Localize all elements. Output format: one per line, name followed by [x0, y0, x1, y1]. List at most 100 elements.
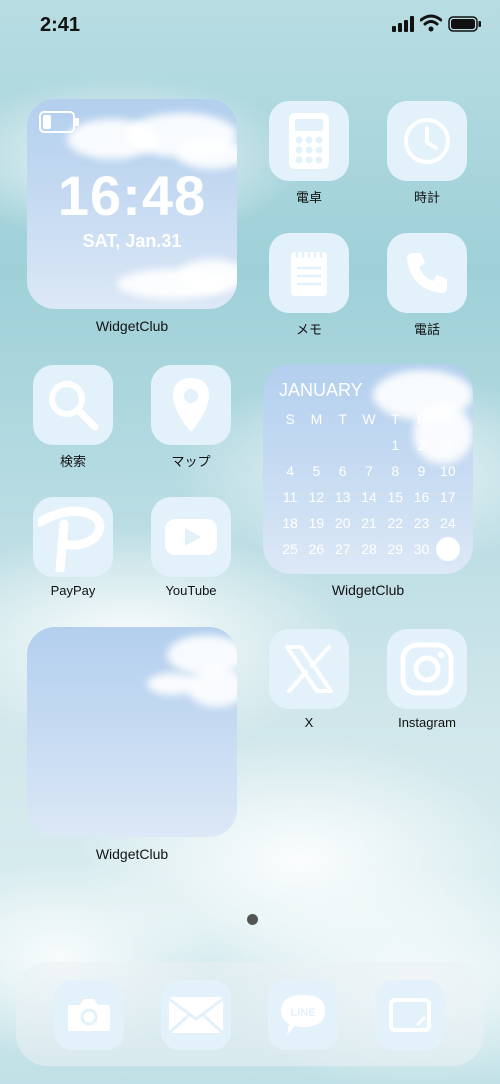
calendar-week: 11 12 13 14 15 16 17 — [277, 484, 461, 510]
app-label: メモ — [295, 322, 322, 337]
calendar-day: 11 — [282, 489, 298, 505]
app-label: Instagram — [398, 715, 456, 730]
calendar-month: JANUARY — [279, 380, 363, 400]
calendar-day: 8 — [391, 463, 400, 479]
calendar-day: 9 — [417, 463, 426, 479]
notes-icon — [291, 252, 327, 296]
calendar-day: 15 — [387, 489, 404, 505]
calendar-day: 3 — [443, 437, 452, 453]
weekday-label: F — [417, 411, 426, 427]
app-paypay[interactable]: PayPay — [33, 497, 113, 598]
calendar-day: 10 — [440, 463, 456, 479]
dock-app-tablet[interactable] — [375, 980, 445, 1050]
app-instagram[interactable]: Instagram — [387, 629, 467, 730]
calendar-day: 6 — [338, 463, 347, 479]
search-icon — [49, 381, 99, 431]
calendar-today-marker — [435, 537, 461, 561]
line-text: LINE — [290, 1007, 315, 1019]
wifi-icon — [420, 14, 442, 32]
clock-widget[interactable]: 16:48 SAT, Jan.31 — [27, 99, 237, 309]
app-map[interactable]: マップ — [151, 365, 231, 469]
status-bar: 2:41 — [0, 0, 500, 50]
calendar-day: 21 — [361, 515, 377, 531]
calendar-day: 22 — [387, 515, 404, 531]
calendar-day: 28 — [361, 541, 377, 557]
status-time: 2:41 — [40, 14, 81, 36]
calendar-day: 2 — [417, 437, 426, 453]
clock-widget-label: WidgetClub — [95, 318, 169, 334]
calendar-week: 1 2 3 — [277, 432, 461, 458]
weekday-label: M — [310, 411, 323, 427]
calendar-day: 26 — [308, 541, 325, 557]
cellular-signal-icon — [392, 16, 414, 32]
calendar-week: 18 19 20 21 22 23 24 — [277, 510, 461, 536]
weekday-label: S — [285, 411, 295, 427]
camera-icon — [68, 999, 110, 1031]
paypay-icon — [38, 506, 105, 572]
calendar-day: 30 — [413, 541, 430, 557]
weekday-label: W — [362, 411, 376, 427]
app-label: PayPay — [50, 583, 96, 598]
calendar-day: 20 — [334, 515, 351, 531]
clock-icon — [404, 118, 450, 164]
calendar-day: 27 — [334, 541, 351, 557]
calendar-day: 18 — [282, 515, 298, 531]
tablet-icon — [389, 998, 431, 1032]
map-pin-icon — [173, 378, 209, 432]
dock-app-line[interactable]: LINE — [268, 980, 338, 1050]
youtube-icon — [165, 519, 217, 555]
app-label: X — [304, 715, 314, 730]
phone-icon — [407, 253, 447, 293]
app-clock[interactable]: 時計 — [387, 101, 467, 205]
calendar-day: 19 — [308, 515, 325, 531]
widget-clock-date: SAT, Jan.31 — [82, 231, 182, 251]
calendar-day: 13 — [334, 489, 351, 505]
calendar-grid: S M T W T F S 1 2 3 4 5 6 7 8 9 10 11 12… — [277, 406, 461, 562]
calendar-weekdays: S M T W T F S — [277, 406, 461, 432]
app-label: マップ — [171, 454, 211, 469]
calendar-day: 5 — [312, 463, 321, 479]
photo-widget-label: WidgetClub — [95, 846, 169, 862]
calendar-week: 25 26 27 28 29 30 — [277, 536, 461, 562]
calendar-day: 24 — [440, 515, 456, 531]
weekday-label: T — [390, 411, 400, 427]
battery-indicator-icon — [39, 111, 79, 133]
weekday-label: T — [338, 411, 347, 427]
app-label: 時計 — [413, 190, 440, 205]
dock: LINE — [16, 962, 484, 1066]
calendar-day: 4 — [286, 463, 295, 479]
page-indicator[interactable] — [247, 914, 258, 925]
photo-widget[interactable] — [27, 627, 237, 837]
mail-icon — [167, 997, 225, 1035]
calendar-widget-label: WidgetClub — [331, 582, 405, 598]
dock-app-camera[interactable] — [54, 980, 124, 1050]
calendar-day: 23 — [413, 515, 430, 531]
calendar-day: 29 — [387, 541, 404, 557]
weekday-label: S — [443, 411, 453, 427]
app-label: 電卓 — [295, 190, 322, 205]
battery-icon — [448, 16, 481, 32]
calendar-widget[interactable]: JANUARY S M T W T F S 1 2 3 4 5 6 7 8 9 … — [263, 364, 473, 574]
app-memo[interactable]: メモ — [269, 233, 349, 337]
calendar-day: 14 — [361, 489, 377, 505]
app-phone[interactable]: 電話 — [387, 233, 467, 337]
app-search[interactable]: 検索 — [33, 365, 113, 469]
x-logo-icon — [285, 645, 333, 693]
dock-app-mail[interactable] — [161, 980, 231, 1050]
widget-clock-time: 16:48 — [57, 164, 207, 227]
app-label: 電話 — [413, 322, 440, 337]
calendar-day: 1 — [391, 437, 400, 453]
app-calculator[interactable]: 電卓 — [269, 101, 349, 205]
calendar-day: 17 — [440, 489, 456, 505]
app-youtube[interactable]: YouTube — [151, 497, 231, 598]
calculator-icon — [289, 113, 329, 169]
app-label: YouTube — [165, 583, 217, 598]
calendar-day: 16 — [413, 489, 430, 505]
instagram-icon — [400, 642, 454, 696]
app-x[interactable]: X — [269, 629, 349, 730]
app-label: 検索 — [59, 454, 86, 469]
line-icon: LINE — [281, 995, 325, 1035]
calendar-week: 4 5 6 7 8 9 10 — [277, 458, 461, 484]
calendar-day: 12 — [308, 489, 325, 505]
calendar-day: 25 — [282, 541, 298, 557]
